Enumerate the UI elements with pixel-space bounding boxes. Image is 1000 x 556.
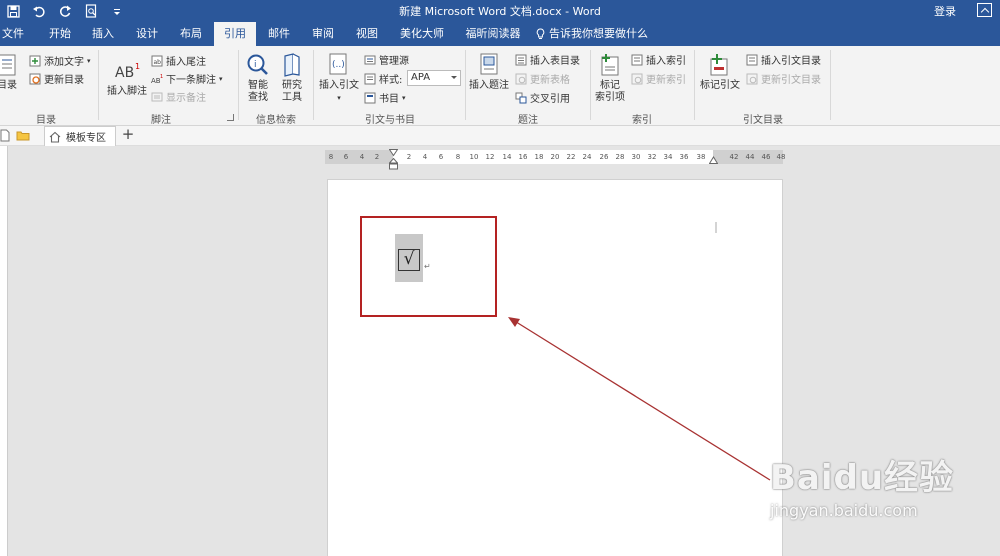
watermark-url: jingyan.baidu.com — [770, 501, 918, 520]
watermark-logo: Baidu经验 — [770, 458, 955, 498]
baidu-watermark: Baidu经验 jingyan.baidu.com — [770, 450, 954, 520]
